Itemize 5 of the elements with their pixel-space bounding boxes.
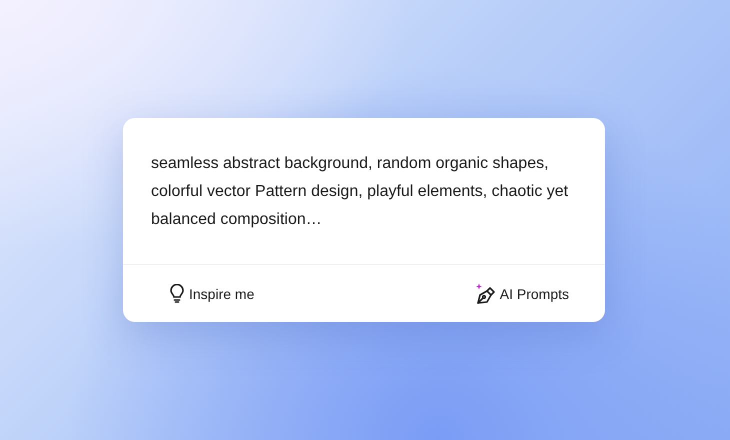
ai-prompts-button[interactable]: AI Prompts [476, 280, 569, 306]
lightbulb-icon [169, 284, 185, 303]
sparkle-pen-icon [476, 282, 496, 304]
prompt-text[interactable]: seamless abstract background, random organic shapes, colorful vector Pattern design, playful elements, chaotic yet balanced composition… [123, 118, 605, 264]
inspire-button[interactable]: Inspire me [169, 282, 254, 305]
